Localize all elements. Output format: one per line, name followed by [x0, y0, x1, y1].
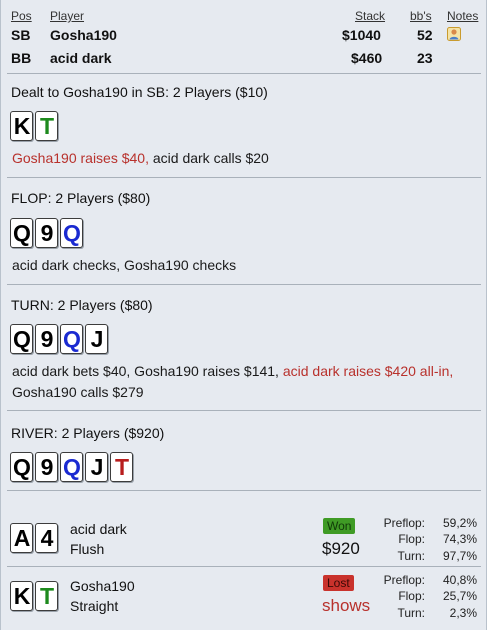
result-cards: K T [10, 581, 58, 611]
row-stack: $1040 [342, 27, 381, 43]
equity-value: 40,8% [442, 573, 477, 587]
preflop-action-raise: Gosha190 raises $40, [12, 150, 149, 166]
hole-cards: K T [10, 111, 58, 141]
turn-action-allin: acid dark raises $420 all-in, [282, 363, 454, 379]
divider [7, 73, 481, 74]
row-pos: SB [11, 27, 31, 43]
divider [7, 410, 481, 411]
preflop-title: Dealt to Gosha190 in SB: 2 Players ($10) [11, 84, 268, 100]
card: J [85, 452, 108, 482]
card: J [85, 324, 108, 354]
card: K [10, 111, 33, 141]
card: Q [10, 218, 33, 248]
flop-action: acid dark checks, Gosha190 checks [12, 257, 237, 273]
river-title: RIVER: 2 Players ($920) [11, 425, 165, 441]
row-bbs: 23 [417, 50, 433, 66]
flop-title: FLOP: 2 Players ($80) [11, 190, 151, 206]
river-cards: Q 9 Q J T [10, 452, 133, 482]
card: T [110, 452, 133, 482]
row-player: Gosha190 [50, 27, 117, 43]
equity-label: Flop: [398, 532, 425, 546]
result-hand: Flush [70, 541, 105, 557]
equity-label: Turn: [397, 606, 425, 620]
turn-action: acid dark bets $40, Gosha190 raises $141… [12, 361, 477, 403]
hand-history-panel: Pos Player Stack bb's Notes SB Gosha190 … [0, 0, 487, 630]
row-bbs: 52 [417, 27, 433, 43]
header-bbs[interactable]: bb's [410, 9, 432, 23]
equity-label: Flop: [398, 589, 425, 603]
equity-label: Preflop: [383, 516, 425, 530]
header-pos[interactable]: Pos [11, 9, 32, 23]
card: 4 [35, 523, 58, 553]
result-cards: A 4 [10, 523, 58, 553]
equity-value: 2,3% [449, 606, 477, 620]
equity-label: Turn: [397, 549, 425, 563]
equity-value: 74,3% [442, 532, 477, 546]
card: T [35, 111, 58, 141]
turn-cards: Q 9 Q J [10, 324, 108, 354]
result-hand: Straight [70, 598, 119, 614]
preflop-action: Gosha190 raises $40, acid dark calls $20 [12, 148, 477, 169]
equity-value: 59,2% [442, 516, 477, 530]
card: 9 [35, 452, 58, 482]
divider [7, 177, 481, 178]
preflop-action-call: acid dark calls $20 [148, 150, 269, 166]
result-player-name: Gosha190 [70, 578, 135, 594]
card: T [35, 581, 58, 611]
card: 9 [35, 324, 58, 354]
header-notes[interactable]: Notes [447, 9, 478, 23]
user-note-icon[interactable] [447, 27, 461, 41]
card: K [10, 581, 33, 611]
card: Q [10, 324, 33, 354]
card: Q [60, 218, 83, 248]
equity-value: 97,7% [442, 549, 477, 563]
divider [7, 284, 481, 285]
turn-title: TURN: 2 Players ($80) [11, 297, 153, 313]
header-stack[interactable]: Stack [355, 9, 385, 23]
row-player: acid dark [50, 50, 112, 66]
card: 9 [35, 218, 58, 248]
flop-cards: Q 9 Q [10, 218, 83, 248]
equity-label: Preflop: [383, 573, 425, 587]
row-pos: BB [11, 50, 32, 66]
header-player[interactable]: Player [50, 9, 84, 23]
card: Q [10, 452, 33, 482]
divider [7, 490, 481, 491]
equity-value: 25,7% [442, 589, 477, 603]
card: A [10, 523, 33, 553]
players-table: Pos Player Stack bb's Notes SB Gosha190 … [1, 0, 486, 76]
turn-action-call: Gosha190 calls $279 [12, 384, 144, 400]
row-stack: $460 [351, 50, 383, 66]
divider [7, 566, 481, 567]
card: Q [60, 452, 83, 482]
card: Q [60, 324, 83, 354]
result-player-name: acid dark [70, 521, 127, 537]
turn-action-bets: acid dark bets $40, Gosha190 raises $141… [12, 363, 283, 379]
